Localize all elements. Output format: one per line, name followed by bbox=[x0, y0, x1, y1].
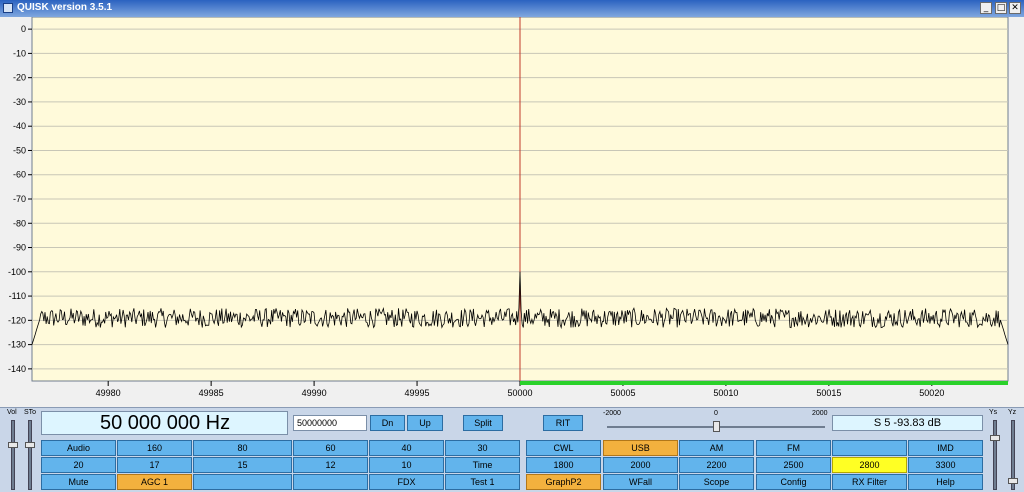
fdx-button[interactable]: FDX bbox=[369, 474, 444, 490]
2800-button[interactable]: 2800 bbox=[832, 457, 907, 473]
blank-row3-3-button[interactable] bbox=[293, 474, 368, 490]
usb-button[interactable]: USB bbox=[603, 440, 678, 456]
12-button[interactable]: 12 bbox=[293, 457, 368, 473]
maximize-icon[interactable]: □ bbox=[995, 2, 1007, 14]
am-button[interactable]: AM bbox=[679, 440, 754, 456]
spectrum-graph[interactable]: 0 -10 -20 -30 -40 -50 -60 -70 -80 -90 -100 -110 -120… bbox=[0, 17, 1024, 407]
2000-button[interactable]: 2000 bbox=[603, 457, 678, 473]
cwl-button[interactable]: CWL bbox=[526, 440, 601, 456]
60-button[interactable]: 60 bbox=[293, 440, 368, 456]
title-bar: QUISK version 3.5.1 _ □ ✕ bbox=[0, 0, 1024, 17]
y-tick-label: -140 bbox=[8, 364, 26, 374]
blank-row1-10-button[interactable] bbox=[832, 440, 907, 456]
frequency-display: 50 000 000 Hz bbox=[41, 411, 288, 435]
y-tick-label: -60 bbox=[13, 170, 26, 180]
agc-1-button[interactable]: AGC 1 bbox=[117, 474, 192, 490]
sto-slider-thumb[interactable] bbox=[25, 442, 35, 448]
window-title: QUISK version 3.5.1 bbox=[17, 2, 113, 13]
x-tick-label: 50010 bbox=[713, 388, 738, 398]
x-tick-label: 49980 bbox=[96, 388, 121, 398]
80-button[interactable]: 80 bbox=[193, 440, 292, 456]
slider-max-label: 2000 bbox=[812, 410, 828, 417]
y-tick-label: -80 bbox=[13, 218, 26, 228]
app-icon bbox=[3, 3, 13, 13]
blank-row3-2-button[interactable] bbox=[193, 474, 292, 490]
y-tick-label: -90 bbox=[13, 243, 26, 253]
config-button[interactable]: Config bbox=[756, 474, 831, 490]
passband-bar bbox=[520, 381, 1008, 385]
y-axis: 0 -10 -20 -30 -40 -50 -60 -70 -80 -90 -100 -110 -120… bbox=[8, 24, 32, 374]
rit-button[interactable]: RIT bbox=[543, 415, 583, 431]
test-1-button[interactable]: Test 1 bbox=[445, 474, 520, 490]
up-button[interactable]: Up bbox=[407, 415, 443, 431]
control-panel: Vol STo 50 000 000 Hz 50000000 Dn Up Spl… bbox=[0, 407, 1024, 492]
10-button[interactable]: 10 bbox=[369, 457, 444, 473]
graphp2-button[interactable]: GraphP2 bbox=[526, 474, 601, 490]
slider-min-label: -2000 bbox=[603, 410, 621, 417]
yz-slider-thumb[interactable] bbox=[1008, 478, 1018, 484]
x-tick-label: 50000 bbox=[507, 388, 532, 398]
fm-button[interactable]: FM bbox=[756, 440, 831, 456]
y-tick-label: -20 bbox=[13, 73, 26, 83]
audio-button[interactable]: Audio bbox=[41, 440, 116, 456]
x-tick-label: 50005 bbox=[610, 388, 635, 398]
sto-label: STo bbox=[24, 409, 37, 416]
time-button[interactable]: Time bbox=[445, 457, 520, 473]
ys-slider[interactable] bbox=[993, 420, 997, 490]
y-tick-label: -130 bbox=[8, 340, 26, 350]
17-button[interactable]: 17 bbox=[117, 457, 192, 473]
40-button[interactable]: 40 bbox=[369, 440, 444, 456]
dn-button[interactable]: Dn bbox=[370, 415, 405, 431]
split-button[interactable]: Split bbox=[463, 415, 503, 431]
frequency-entry-field[interactable]: 50000000 bbox=[293, 415, 367, 431]
minimize-icon[interactable]: _ bbox=[980, 2, 992, 14]
y-tick-label: -70 bbox=[13, 194, 26, 204]
y-tick-label: -100 bbox=[8, 267, 26, 277]
help-button[interactable]: Help bbox=[908, 474, 983, 490]
x-tick-label: 49995 bbox=[405, 388, 430, 398]
y-tick-label: -30 bbox=[13, 97, 26, 107]
yz-label: Yz bbox=[1008, 409, 1017, 416]
vol-label: Vol bbox=[7, 409, 17, 416]
y-tick-label: -120 bbox=[8, 315, 26, 325]
1800-button[interactable]: 1800 bbox=[526, 457, 601, 473]
x-tick-label: 50020 bbox=[919, 388, 944, 398]
rx-filter-button[interactable]: RX Filter bbox=[832, 474, 907, 490]
scope-button[interactable]: Scope bbox=[679, 474, 754, 490]
rit-slider-thumb[interactable] bbox=[713, 421, 720, 432]
close-icon[interactable]: ✕ bbox=[1009, 2, 1021, 14]
y-tick-label: -110 bbox=[9, 291, 26, 301]
y-tick-label: -40 bbox=[13, 121, 26, 131]
wfall-button[interactable]: WFall bbox=[603, 474, 678, 490]
160-button[interactable]: 160 bbox=[117, 440, 192, 456]
3300-button[interactable]: 3300 bbox=[908, 457, 983, 473]
20-button[interactable]: 20 bbox=[41, 457, 116, 473]
x-tick-label: 49985 bbox=[199, 388, 224, 398]
vol-slider[interactable] bbox=[11, 420, 15, 490]
sto-slider[interactable] bbox=[28, 420, 32, 490]
imd-button[interactable]: IMD bbox=[908, 440, 983, 456]
2200-button[interactable]: 2200 bbox=[679, 457, 754, 473]
mute-button[interactable]: Mute bbox=[41, 474, 116, 490]
30-button[interactable]: 30 bbox=[445, 440, 520, 456]
x-tick-label: 49990 bbox=[302, 388, 327, 398]
vol-slider-thumb[interactable] bbox=[8, 442, 18, 448]
y-tick-label: 0 bbox=[21, 24, 26, 34]
2500-button[interactable]: 2500 bbox=[756, 457, 831, 473]
y-tick-label: -50 bbox=[13, 145, 26, 155]
x-tick-label: 50015 bbox=[816, 388, 841, 398]
spectrum-plot[interactable]: 0 -10 -20 -30 -40 -50 -60 -70 -80 -90 -100 -110 -120… bbox=[0, 17, 1024, 407]
s-meter: S 5 -93.83 dB bbox=[832, 415, 983, 431]
ys-slider-thumb[interactable] bbox=[990, 435, 1000, 441]
y-tick-label: -10 bbox=[13, 48, 26, 58]
15-button[interactable]: 15 bbox=[193, 457, 292, 473]
slider-mid-label: 0 bbox=[714, 410, 718, 417]
ys-label: Ys bbox=[989, 409, 998, 416]
